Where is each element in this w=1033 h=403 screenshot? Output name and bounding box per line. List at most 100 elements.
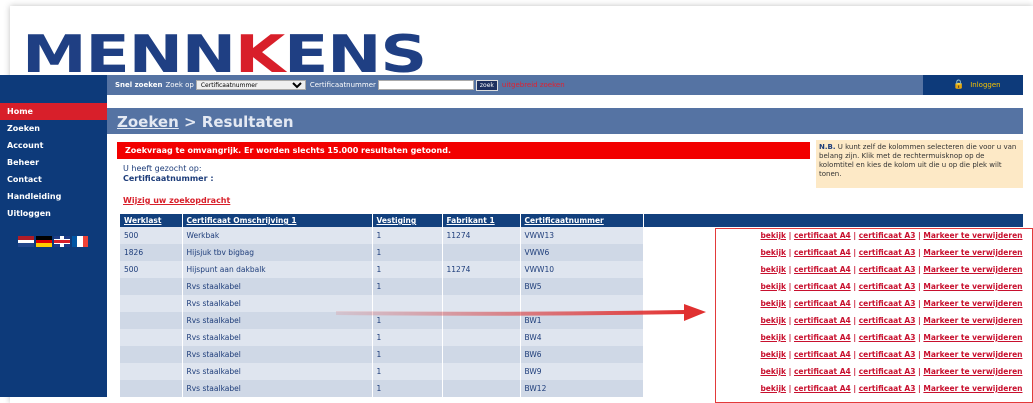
certificate-a4-link[interactable]: certificaat A4 [794,350,851,359]
table-cell [442,244,521,261]
table-cell [120,346,183,363]
certificate-a4-link[interactable]: certificaat A4 [794,265,851,274]
table-cell: VWW6 [520,244,644,261]
certificate-a4-link[interactable]: certificaat A4 [794,367,851,376]
certificate-a3-link[interactable]: certificaat A3 [859,333,916,342]
table-cell: VWW13 [520,227,644,244]
mark-delete-link[interactable]: Markeer te verwijderen [923,350,1022,359]
table-cell: BW1 [520,312,644,329]
view-link[interactable]: bekijk [760,282,786,291]
search-button[interactable]: zoek [475,79,498,91]
certificate-a4-link[interactable]: certificaat A4 [794,299,851,308]
separator: | [850,316,859,325]
view-link[interactable]: bekijk [760,333,786,342]
certificate-a3-link[interactable]: certificaat A3 [859,367,916,376]
view-link[interactable]: bekijk [760,350,786,359]
mark-delete-link[interactable]: Markeer te verwijderen [923,333,1022,342]
mark-delete-link[interactable]: Markeer te verwijderen [923,316,1022,325]
row-actions: bekijk | certificaat A4 | certificaat A3… [643,363,1024,380]
separator: | [786,265,794,274]
sidebar-item-home[interactable]: Home [0,103,107,120]
view-link[interactable]: bekijk [760,384,786,393]
certificate-a3-link[interactable]: certificaat A3 [859,316,916,325]
mark-delete-link[interactable]: Markeer te verwijderen [923,282,1022,291]
breadcrumb-zoeken[interactable]: Zoeken [117,113,179,131]
view-link[interactable]: bekijk [760,265,786,274]
search-field-label: Certificaatnummer [309,81,376,89]
advanced-search-link[interactable]: uitgebreid zoeken [502,81,565,89]
col-header-werklast[interactable]: Werklast [120,214,183,227]
separator: | [850,333,859,342]
separator: | [786,333,794,342]
col-header-vestiging[interactable]: Vestiging [372,214,443,227]
table-cell: 500 [120,261,183,278]
table-row: Rvs staalkabel 1 BW5 bekijk | certificaat A… [120,278,1024,295]
certificate-a3-link[interactable]: certificaat A3 [859,299,916,308]
certificate-a4-link[interactable]: certificaat A4 [794,316,851,325]
flag-nl-icon[interactable] [18,236,34,248]
separator: | [786,248,794,257]
view-link[interactable]: bekijk [760,231,786,240]
certificate-a4-link[interactable]: certificaat A4 [794,231,851,240]
mark-delete-link[interactable]: Markeer te verwijderen [923,367,1022,376]
table-row: Rvs staalkabel 1 BW12 bekijk | certificaat … [120,380,1024,397]
certificate-a3-link[interactable]: certificaat A3 [859,282,916,291]
flag-fr-icon[interactable] [72,236,88,247]
view-link[interactable]: bekijk [760,367,786,376]
certificate-a3-link[interactable]: certificaat A3 [859,231,916,240]
table-cell: 1 [372,244,443,261]
certificate-a3-link[interactable]: certificaat A3 [859,248,916,257]
certificate-a3-link[interactable]: certificaat A3 [859,265,916,274]
table-row: Rvs staalkabel 1 BW1 bekijk | certificaat A… [120,312,1024,329]
login-link[interactable]: Inloggen [970,81,1000,89]
separator: | [786,367,794,376]
info-note: N.B. U kunt zelf de kolommen selecteren … [816,140,1023,188]
certificate-a3-link[interactable]: certificaat A3 [859,384,916,393]
view-link[interactable]: bekijk [760,299,786,308]
search-field-select[interactable]: Certificaatnummer [195,80,306,90]
table-cell [120,363,183,380]
sidebar-item-account[interactable]: Account [0,137,107,154]
mark-delete-link[interactable]: Markeer te verwijderen [923,384,1022,393]
mark-delete-link[interactable]: Markeer te verwijderen [923,299,1022,308]
table-cell: Rvs staalkabel [182,363,373,380]
table-cell: 11274 [442,227,521,244]
separator: | [850,350,859,359]
table-cell [520,295,644,312]
table-cell [442,346,521,363]
table-cell: VWW10 [520,261,644,278]
certificate-a3-link[interactable]: certificaat A3 [859,350,916,359]
mennens-logo[interactable]: MENNKENS [22,29,427,81]
col-header-omschrijving[interactable]: Certificaat Omschrijving 1 [182,214,373,227]
col-header-certificaatnummer[interactable]: Certificaatnummer [520,214,644,227]
mark-delete-link[interactable]: Markeer te verwijderen [923,265,1022,274]
col-header-fabrikant[interactable]: Fabrikant 1 [442,214,521,227]
change-search-link[interactable]: Wijzig uw zoekopdracht [123,196,230,205]
view-link[interactable]: bekijk [760,248,786,257]
sidebar-item-uitloggen[interactable]: Uitloggen [0,205,107,222]
row-actions: bekijk | certificaat A4 | certificaat A3… [643,346,1024,363]
table-cell: Rvs staalkabel [182,329,373,346]
search-on-label: Zoek op [165,81,194,89]
sidebar-item-zoeken[interactable]: Zoeken [0,120,107,137]
certificate-a4-link[interactable]: certificaat A4 [794,333,851,342]
flag-uk-icon[interactable] [54,236,70,247]
certificate-a4-link[interactable]: certificaat A4 [794,384,851,393]
certificate-a4-link[interactable]: certificaat A4 [794,282,851,291]
flag-de-icon[interactable] [36,236,52,248]
quick-search-bar: Snel zoeken Zoek op Certificaatnummer Ce… [107,75,1023,95]
sidebar-item-beheer[interactable]: Beheer [0,154,107,171]
mark-delete-link[interactable]: Markeer te verwijderen [923,231,1022,240]
separator: | [850,367,859,376]
table-row: 500 Werkbak 1 11274 VWW13 bekijk | certificaa… [120,227,1024,244]
table-cell: 1 [372,329,443,346]
sidebar-item-handleiding[interactable]: Handleiding [0,188,107,205]
search-input[interactable] [377,80,474,90]
row-actions: bekijk | certificaat A4 | certificaat A3… [643,261,1024,278]
table-cell [120,312,183,329]
view-link[interactable]: bekijk [760,316,786,325]
mark-delete-link[interactable]: Markeer te verwijderen [923,248,1022,257]
certificate-a4-link[interactable]: certificaat A4 [794,248,851,257]
sidebar-item-contact[interactable]: Contact [0,171,107,188]
table-cell: 1 [372,363,443,380]
